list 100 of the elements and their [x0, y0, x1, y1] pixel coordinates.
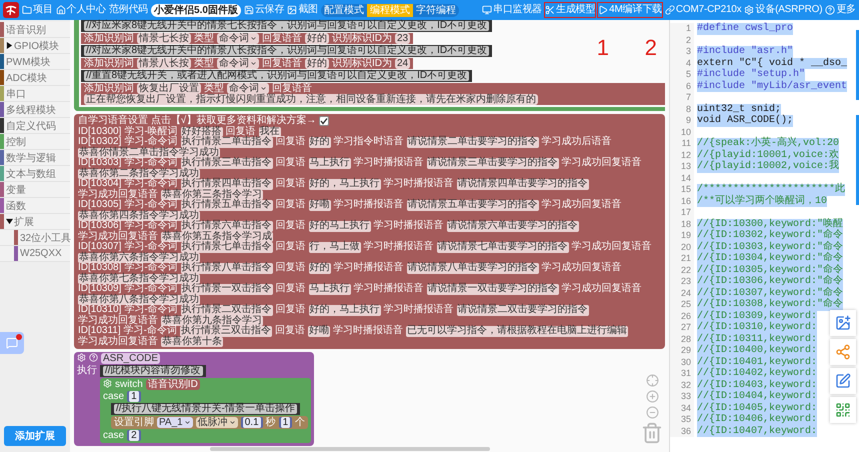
category-item[interactable]: 多线程模块	[0, 102, 70, 118]
block-field[interactable]: 执行情景八单击指令	[180, 263, 273, 274]
comment-field[interactable]: //此模块内容请勿修改	[103, 366, 203, 376]
block-field[interactable]: 恭喜你情景二单击指令学习成功	[78, 148, 220, 158]
gear-icon[interactable]	[77, 353, 86, 362]
block-field[interactable]: 请说情景五单击要学习的指令	[406, 200, 539, 210]
block-field[interactable]: 请说情景八单击要学习的指令	[406, 263, 539, 274]
block-field[interactable]: 我在	[258, 126, 281, 137]
block-field[interactable]: 好的	[308, 137, 331, 148]
block-field[interactable]: 恭喜你第七条指令学习成功	[78, 274, 200, 284]
category-item[interactable]: 文本与数组	[0, 166, 70, 182]
block-field[interactable]: 情景八长按	[137, 58, 191, 69]
block-field[interactable]: 请说情景三单击要学习的指令	[426, 158, 559, 168]
block-field[interactable]: 情景七长按	[137, 33, 191, 44]
block-field[interactable]: 好的	[308, 263, 331, 274]
category-item[interactable]: PWM模块	[0, 54, 70, 70]
caret-down-icon[interactable]	[6, 218, 13, 225]
block-field[interactable]: 恭喜你第六条指令学习成功	[78, 252, 200, 263]
zoom-out-icon[interactable]	[646, 406, 658, 419]
block-field[interactable]: 请说情景二双击要学习的指令	[456, 305, 589, 316]
category-item[interactable]: 控制	[0, 134, 70, 150]
block-field[interactable]: 恭喜你第四条指令学习成功	[78, 210, 200, 221]
float-button[interactable]	[830, 339, 856, 365]
mode-tab[interactable]: 字符编程	[412, 4, 459, 16]
block-field[interactable]: 恭喜你第五条指令学习成	[161, 232, 273, 242]
block-field[interactable]: 执行情景三单击指令	[180, 158, 273, 168]
block-field[interactable]: 执行情景三双击指令	[180, 326, 272, 336]
category-item[interactable]: 语音识别	[0, 22, 70, 38]
firmware-toggle[interactable]: 小爱伴侣5.0固件版	[151, 4, 241, 16]
checkbox[interactable]	[319, 116, 330, 126]
comment-field[interactable]: //对应米家8键无线开关中的情景八长按指令，识别词与回复语可以自定义更改，ID不可更改	[84, 46, 490, 56]
category-item[interactable]: 自定义代码	[0, 118, 70, 134]
comment-field[interactable]: //重置8键无线开关，或者进入配网模式，识别词与回复语可以自定义更改，ID不可更改	[84, 71, 470, 81]
block-field[interactable]: 好嘞	[308, 200, 331, 210]
dropdown-field[interactable]: 命令词	[217, 58, 259, 69]
number-field[interactable]: 1	[280, 417, 290, 428]
block-field[interactable]: 执行情景二双击指令	[180, 305, 273, 316]
block-field[interactable]: 恢复出厂设置	[137, 83, 201, 94]
mode-tab[interactable]: 配置模式	[320, 4, 367, 16]
dropdown-field[interactable]: 低脉冲	[196, 417, 238, 428]
block-field[interactable]: 恭喜你第三条指令学习	[161, 190, 263, 200]
block-field[interactable]: 恭喜你第八条指令学习成功	[78, 294, 200, 305]
block-field[interactable]: 好好搭搭	[180, 126, 223, 137]
block-field[interactable]: 执行情景二单击指令	[180, 137, 273, 148]
number-field[interactable]: 1	[129, 391, 139, 402]
category-item[interactable]: 变量	[0, 182, 70, 198]
block-field[interactable]: 请说情景七单击要学习的指令	[436, 242, 569, 252]
block-field[interactable]: 已无可以学习指令，请根据教程在电脑上进行编辑	[406, 326, 628, 336]
block-field[interactable]: 好嘞	[308, 326, 330, 336]
zoom-in-icon[interactable]	[646, 390, 658, 403]
block-field[interactable]: 好的马上执行	[308, 221, 371, 232]
category-item[interactable]: W25QXX	[0, 246, 70, 262]
block-field[interactable]: 恭喜你第二条指令学习成功	[78, 168, 200, 179]
category-item[interactable]: ADC模块	[0, 70, 70, 86]
category-item[interactable]: GPIO模块	[0, 38, 70, 54]
category-item[interactable]: 扩展	[0, 214, 70, 230]
float-button[interactable]	[830, 368, 856, 394]
block-field[interactable]: 请说情景一双击要学习的指令	[426, 284, 559, 294]
chat-widget[interactable]	[0, 332, 24, 354]
block-field[interactable]: 正在帮您恢复出厂设置，指示灯慢闪则重置成功，注意，相同设备重新连接，请先在米家内删除原有的	[84, 94, 538, 105]
comment-field[interactable]: //执行八键无线情景开关-情景一单击操作	[114, 404, 297, 414]
block-field[interactable]: 执行情景七单击指令	[180, 242, 273, 252]
block-field[interactable]: 请说情景六单击要学习的指令	[446, 221, 579, 232]
block-field[interactable]: 恭喜你第九条指令学习	[161, 316, 263, 326]
dropdown-field[interactable]: 命令词	[227, 83, 269, 94]
trash-icon[interactable]	[641, 422, 663, 444]
help-icon[interactable]	[89, 353, 98, 362]
variable-block[interactable]: 语音识别ID	[146, 379, 200, 390]
block-field[interactable]: 马上执行	[308, 284, 351, 294]
block-field[interactable]: 好的，马上执行	[308, 179, 381, 190]
block-field[interactable]: 执行情景五单击指令	[180, 200, 273, 210]
block-field[interactable]: 请说情景四单击要学习的指令	[456, 179, 589, 190]
block-field[interactable]: 好的	[305, 33, 329, 44]
block-field[interactable]: 23	[395, 33, 410, 44]
number-field[interactable]: 0.1	[242, 417, 261, 428]
block-field[interactable]: 马上执行	[308, 158, 351, 168]
block-field[interactable]: ASR_CODE	[101, 353, 160, 364]
block-field[interactable]: 24	[395, 58, 410, 69]
block-field[interactable]: 执行情景四单击指令	[180, 179, 273, 190]
category-item[interactable]: 串口	[0, 86, 70, 102]
recenter-icon[interactable]	[646, 374, 658, 387]
float-button[interactable]	[830, 310, 856, 336]
category-item[interactable]: 函数	[0, 198, 70, 214]
float-button[interactable]	[830, 397, 856, 423]
category-item[interactable]: 32位小工具	[0, 230, 70, 246]
dropdown-field[interactable]: 命令词	[217, 33, 259, 44]
number-field[interactable]: 2	[129, 430, 139, 441]
block-field[interactable]: 执行情景一双击指令	[180, 284, 273, 294]
block-field[interactable]: 执行情景六单击指令	[180, 221, 273, 232]
category-item[interactable]: 数学与逻辑	[0, 150, 70, 166]
comment-field[interactable]: //对应米家8键无线开关中的情景七长按指令，识别词与回复语可以自定义更改，ID不可更改	[84, 21, 490, 31]
caret-right-icon[interactable]	[6, 42, 13, 49]
block-field[interactable]: 好的，马上执行	[308, 305, 381, 316]
block-field[interactable]: 行，马上做	[308, 242, 361, 252]
gear-icon[interactable]	[103, 379, 112, 388]
block-field[interactable]: 好的	[305, 58, 329, 69]
scrollbar[interactable]	[210, 447, 490, 451]
dropdown-field[interactable]: PA_1	[157, 417, 193, 428]
block-field[interactable]: 请说情景二单击要学习的指令	[406, 137, 539, 148]
block-field[interactable]: 恭喜你第十条	[161, 336, 223, 347]
